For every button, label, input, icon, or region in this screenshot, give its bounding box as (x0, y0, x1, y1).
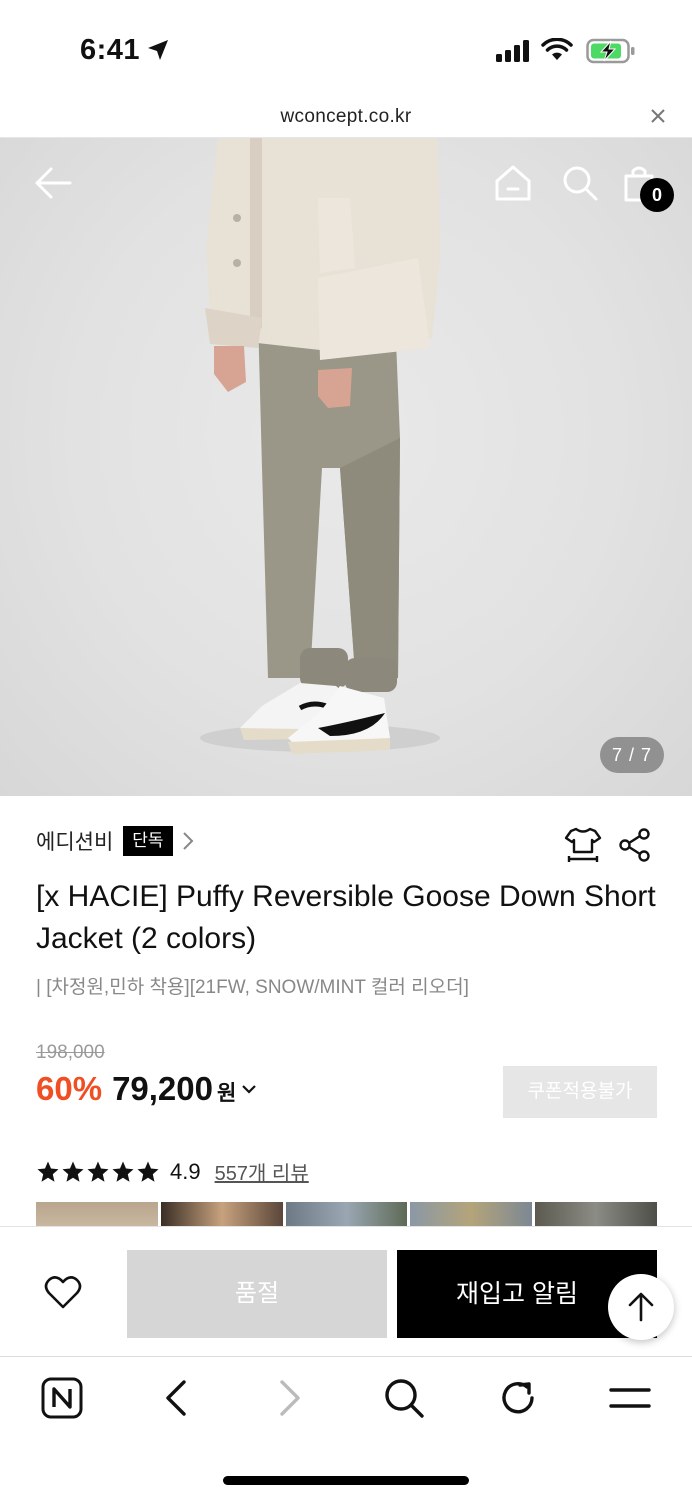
arrow-up-icon (628, 1292, 654, 1322)
image-counter: 7 / 7 (600, 737, 664, 773)
sale-price: 79,200 (112, 1070, 213, 1107)
star-icon (62, 1161, 84, 1182)
refresh-icon[interactable] (496, 1376, 540, 1420)
status-time: 6:41 (80, 34, 141, 66)
product-image[interactable] (0, 138, 692, 796)
coupon-button[interactable]: 쿠폰적용불가 (503, 1066, 657, 1118)
brand-row[interactable]: 에디션비 단독 (36, 825, 195, 857)
close-icon[interactable] (650, 108, 666, 124)
soldout-button[interactable]: 품절 (127, 1250, 387, 1338)
cellular-signal-icon (496, 40, 529, 62)
discount-rate: 60% (36, 1070, 103, 1107)
menu-icon[interactable] (608, 1376, 652, 1420)
star-icon (87, 1161, 109, 1182)
original-price: 198,000 (36, 1042, 105, 1063)
review-thumbnail[interactable] (410, 1202, 533, 1226)
browser-forward-icon[interactable] (272, 1376, 308, 1420)
status-bar: 6:41 (0, 0, 692, 100)
chevron-right-icon[interactable] (181, 830, 195, 852)
scroll-top-button[interactable] (608, 1274, 674, 1340)
url-text[interactable]: wconcept.co.kr (0, 106, 692, 128)
size-guide-icon[interactable] (564, 826, 602, 864)
search-icon[interactable] (561, 164, 599, 202)
star-icon (37, 1161, 59, 1182)
naver-home-icon[interactable] (40, 1376, 84, 1420)
home-indicator (223, 1476, 469, 1485)
product-photo (200, 138, 440, 754)
chevron-down-icon[interactable] (240, 1082, 258, 1096)
review-thumbnails[interactable] (36, 1202, 657, 1226)
address-bar[interactable]: wconcept.co.kr (0, 100, 692, 138)
browser-search-icon[interactable] (382, 1376, 426, 1420)
wifi-icon (541, 38, 573, 60)
price-row[interactable]: 60% 79,200 원 (36, 1070, 258, 1108)
currency-label: 원 (217, 1082, 237, 1105)
star-rating (36, 1160, 160, 1184)
heart-icon[interactable] (44, 1274, 82, 1310)
product-subtitle: | [차정원,민하 착용][21FW, SNOW/MINT 컬러 리오더] (36, 977, 469, 998)
exclusive-badge: 단독 (123, 826, 173, 856)
star-icon (112, 1161, 134, 1182)
product-title: [x HACIE] Puffy Reversible Goose Down Sh… (36, 880, 656, 955)
review-thumbnail[interactable] (535, 1202, 657, 1226)
review-thumbnail[interactable] (285, 1202, 408, 1226)
location-arrow-icon (148, 40, 168, 60)
star-icon (137, 1161, 159, 1182)
share-icon[interactable] (618, 828, 652, 862)
brand-name[interactable]: 에디션비 (36, 826, 113, 856)
review-thumbnail[interactable] (36, 1202, 158, 1226)
home-icon[interactable] (494, 164, 532, 202)
cart-count-badge: 0 (640, 178, 674, 212)
rating-row[interactable]: 4.9 557개 리뷰 (36, 1157, 309, 1186)
review-thumbnail[interactable] (160, 1202, 283, 1226)
review-count-link[interactable]: 557개 리뷰 (215, 1157, 309, 1186)
back-arrow-icon[interactable] (34, 166, 72, 200)
rating-value: 4.9 (170, 1158, 201, 1184)
browser-back-icon[interactable] (158, 1376, 194, 1420)
battery-charging-icon (586, 38, 635, 64)
